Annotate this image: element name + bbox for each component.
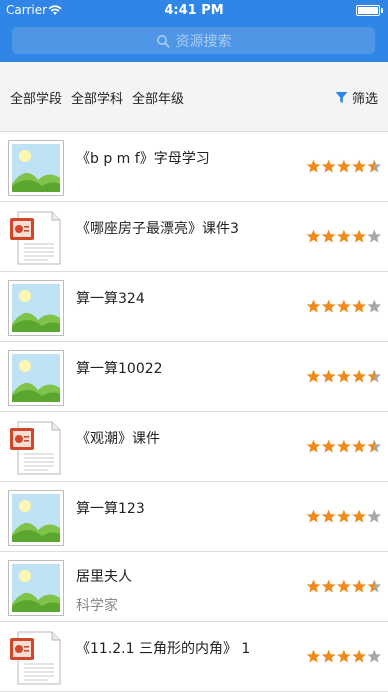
- image-icon: [8, 490, 64, 546]
- star-icon: [306, 509, 321, 523]
- star-icon: [321, 509, 336, 523]
- star-icon: [306, 159, 321, 173]
- star-icon: [367, 369, 382, 383]
- rating-stars: [306, 579, 382, 593]
- status-time: 4:41 PM: [164, 3, 224, 18]
- star-icon: [321, 439, 336, 453]
- item-title: 算一算324: [76, 291, 145, 307]
- image-icon: [8, 140, 64, 196]
- star-icon: [367, 229, 382, 243]
- list-item[interactable]: 算一算324: [0, 272, 388, 342]
- list-item[interactable]: 《哪座房子最漂亮》课件3: [0, 202, 388, 272]
- ppt-file-icon: [10, 211, 61, 265]
- star-icon: [367, 299, 382, 313]
- list-item[interactable]: 《11.2.1 三角形的内角》 1: [0, 622, 388, 692]
- rating-stars: [306, 369, 382, 383]
- filter-stage[interactable]: 全部学段: [10, 88, 62, 107]
- resource-list: 《b p m f》字母学习《哪座房子最漂亮》课件3 算一算324 算一算10022 《…: [0, 132, 388, 692]
- star-icon: [321, 579, 336, 593]
- star-icon: [306, 299, 321, 313]
- item-title: 《观潮》课件: [76, 431, 160, 447]
- star-icon: [321, 299, 336, 313]
- star-icon: [337, 649, 351, 663]
- list-item[interactable]: 《观潮》课件: [0, 412, 388, 482]
- rating-stars: [306, 229, 382, 243]
- star-icon: [367, 509, 382, 523]
- star-icon: [337, 229, 351, 243]
- star-icon: [352, 159, 366, 173]
- item-title: 《11.2.1 三角形的内角》 1: [76, 641, 251, 657]
- item-title: 居里夫人: [76, 569, 132, 585]
- filter-bar: 全部学段 全部学科 全部年级 筛选: [0, 62, 388, 132]
- star-icon: [367, 649, 382, 663]
- star-icon: [337, 159, 351, 173]
- item-subtitle: 科学家: [76, 598, 118, 614]
- ppt-file-icon: [10, 631, 61, 685]
- star-icon: [306, 579, 321, 593]
- item-title: 算一算123: [76, 501, 145, 517]
- image-icon: [8, 560, 64, 616]
- ppt-file-icon: [10, 421, 61, 475]
- list-item[interactable]: 算一算10022: [0, 342, 388, 412]
- star-icon: [306, 369, 321, 383]
- star-icon: [337, 369, 351, 383]
- star-icon: [352, 649, 366, 663]
- image-icon: [8, 350, 64, 406]
- star-icon: [352, 579, 366, 593]
- star-icon: [337, 299, 351, 313]
- list-item[interactable]: 居里夫人 科学家: [0, 552, 388, 622]
- star-icon: [321, 369, 336, 383]
- star-icon: [337, 579, 351, 593]
- filter-subject[interactable]: 全部学科: [71, 88, 123, 107]
- list-item[interactable]: 算一算123: [0, 482, 388, 552]
- star-icon: [337, 439, 351, 453]
- item-title: 算一算10022: [76, 361, 163, 377]
- filter-button[interactable]: 筛选: [335, 88, 378, 107]
- star-icon: [367, 439, 382, 453]
- battery-icon: [356, 5, 383, 16]
- star-icon: [337, 509, 351, 523]
- status-bar: Carrier 4:41 PM: [0, 0, 388, 22]
- star-icon: [321, 229, 336, 243]
- rating-stars: [306, 649, 382, 663]
- star-icon: [306, 439, 321, 453]
- item-title: 《b p m f》字母学习: [76, 151, 210, 167]
- star-icon: [321, 649, 336, 663]
- star-icon: [367, 579, 382, 593]
- filter-label: 筛选: [351, 92, 378, 107]
- filter-grade[interactable]: 全部年级: [132, 88, 184, 107]
- star-icon: [352, 299, 366, 313]
- funnel-icon: [335, 92, 348, 103]
- top-bar: Carrier 4:41 PM 资源搜索: [0, 0, 388, 62]
- image-icon: [8, 280, 64, 336]
- star-icon: [352, 229, 366, 243]
- search-placeholder: 资源搜索: [175, 33, 232, 50]
- search-bar[interactable]: 资源搜索: [12, 27, 375, 54]
- star-icon: [352, 369, 366, 383]
- rating-stars: [306, 509, 382, 523]
- star-icon: [352, 509, 366, 523]
- rating-stars: [306, 299, 382, 313]
- list-item[interactable]: 《b p m f》字母学习: [0, 132, 388, 202]
- star-icon: [321, 159, 336, 173]
- star-icon: [367, 159, 382, 173]
- star-icon: [306, 229, 321, 243]
- rating-stars: [306, 159, 382, 173]
- star-icon: [306, 649, 321, 663]
- item-title: 《哪座房子最漂亮》课件3: [76, 221, 239, 237]
- star-icon: [352, 439, 366, 453]
- search-icon: [156, 34, 170, 48]
- rating-stars: [306, 439, 382, 453]
